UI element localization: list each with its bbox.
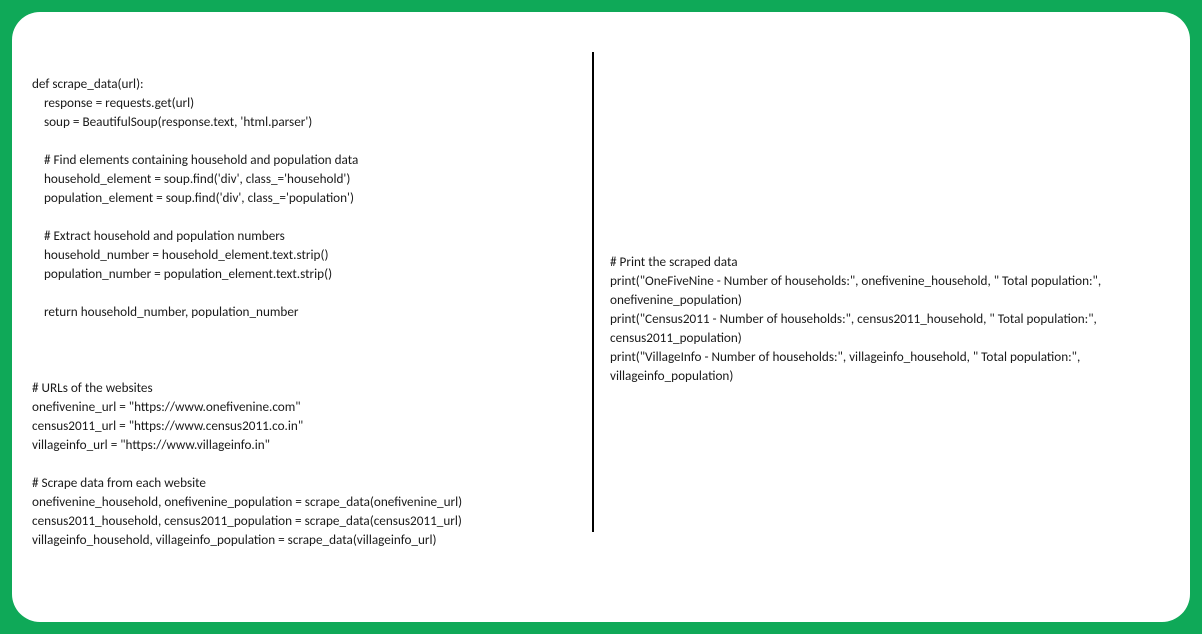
code-block-right: # Print the scraped data print("OneFiveN… [610, 252, 1170, 385]
column-divider [592, 52, 594, 532]
code-card: def scrape_data(url): response = request… [12, 12, 1190, 622]
code-column-left: def scrape_data(url): response = request… [32, 36, 592, 598]
code-column-right: # Print the scraped data print("OneFiveN… [592, 36, 1170, 598]
code-block-left: def scrape_data(url): response = request… [32, 74, 572, 549]
